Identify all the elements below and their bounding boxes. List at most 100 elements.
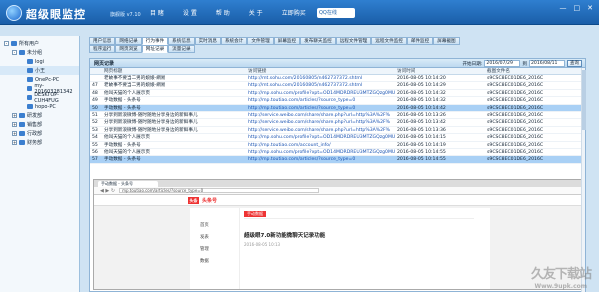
table-row[interactable]: 57 手动数据 - 头条号 http://mp.toutiao.com/articl… <box>90 156 585 164</box>
table-cell: http://mp.sohu.com/profile?xpt=OD14MDRDR… <box>248 90 396 96</box>
tree-node[interactable]: + 研发部 <box>0 111 79 120</box>
tab[interactable]: 实时消息 <box>194 37 221 45</box>
group-icon <box>19 113 25 118</box>
preview-site-name: 头条号 <box>202 198 218 204</box>
tree-toggle-icon[interactable]: + <box>12 113 17 118</box>
table-cell: 2016-08-05 10:14:15 <box>397 135 446 141</box>
menu-item[interactable]: 帮 助 <box>216 8 230 17</box>
app-logo-icon <box>6 5 22 21</box>
table-row[interactable]: 老故事不要当二男的娘娘-網易 http://mt.sohu.com/2016080… <box>90 75 585 83</box>
table-cell: http://mp.toutiao.com/account_info/ <box>248 142 331 148</box>
app-window: 超级眼监控 旗舰版 v7.10 目 睹 设 置 帮 助 关 于 立即购买 QQ在线 — … <box>0 0 599 292</box>
end-date-input[interactable]: 2016/08/11 <box>529 60 565 67</box>
menu-item[interactable]: 立即购买 <box>282 8 306 17</box>
table-cell: s9CSC8EC01DE6_2016C <box>487 120 544 126</box>
table-cell: s9CSC8EC01DE6_2016C <box>487 157 544 163</box>
tree-toggle-icon[interactable]: - <box>4 41 9 46</box>
table-row[interactable]: 50 手动数据 - 头条号 http://mp.toutiao.com/articl… <box>90 104 585 112</box>
tab[interactable]: 文件管理 <box>247 37 274 45</box>
table-cell: http://mp.toutiao.com/articles/?source_t… <box>248 157 356 163</box>
column-header[interactable]: 访问链接 <box>246 68 395 74</box>
tab[interactable]: 屏幕截图 <box>433 37 460 45</box>
tree-toggle-icon[interactable]: - <box>12 50 17 55</box>
tab[interactable]: 远程文件管理 <box>335 37 372 45</box>
tree-node-label: 未分组 <box>27 50 43 56</box>
window-controls: — □ ✕ <box>560 4 594 12</box>
tab[interactable]: 行为事件 <box>141 37 169 45</box>
app-version: 旗舰版 v7.10 <box>110 12 141 18</box>
qq-online-button[interactable]: QQ在线 <box>317 8 355 18</box>
scrollbar-thumb[interactable] <box>582 70 586 130</box>
tab[interactable]: 屏幕监控 <box>273 37 301 45</box>
query-button[interactable]: 查询 <box>567 60 582 67</box>
table-cell: 2016-08-05 10:13:26 <box>397 112 446 118</box>
tree-node[interactable]: - 所有用户 <box>0 39 79 48</box>
table-row[interactable]: 53 分享到新浪微博-随时随地分享身边的新鲜事儿 http://service.we… <box>90 127 585 135</box>
table-row[interactable]: 52 分享到新浪微博-随时随地分享身边的新鲜事儿 http://service.we… <box>90 119 585 127</box>
maximize-icon[interactable]: □ <box>574 4 581 12</box>
preview-content: 手动数据 超级眼7.0新功能微聊天记录功能 2016-08-05 10:13 <box>244 211 484 247</box>
tree-node[interactable]: + 行政部 <box>0 129 79 138</box>
table-cell: 分享到新浪微博-随时随地分享身边的新鲜事儿 <box>104 112 198 118</box>
tab[interactable]: 流量记录 <box>168 45 195 53</box>
table-cell: 50 <box>92 105 98 111</box>
tab[interactable]: 远程文件监控 <box>371 37 407 45</box>
table-row[interactable]: 56 他叫天猫的个人展示页 http://mp.sohu.com/profile?x… <box>90 149 585 157</box>
menu-item[interactable]: 关 于 <box>249 8 263 17</box>
table-scrollbar[interactable] <box>581 68 586 292</box>
close-icon[interactable]: ✕ <box>587 4 593 12</box>
tree-toggle-icon[interactable]: + <box>12 131 17 136</box>
tree-node-label: 销售部 <box>27 122 43 128</box>
tab[interactable]: 网络记录 <box>115 37 142 45</box>
tab[interactable]: 发布聊天监控 <box>300 37 336 45</box>
preview-page-body: 首页 发表 管理 数据 手动数据 超级眼7.0新功能微聊天记录功能 2016-08-0… <box>190 208 490 289</box>
tree-node-label: 小王 <box>35 68 46 74</box>
minimize-icon[interactable]: — <box>560 4 567 12</box>
tree-node[interactable]: logi <box>0 57 79 66</box>
tab[interactable]: 程序运行 <box>89 45 116 53</box>
preview-divider <box>244 218 474 219</box>
table-row[interactable]: 55 手动数据 - 头条号 http://mp.toutiao.com/accoun… <box>90 142 585 149</box>
table-cell: 2016-08-05 10:14:55 <box>397 157 446 163</box>
app-title: 超级眼监控 <box>26 8 86 21</box>
table-row[interactable]: 51 分享到新浪微博-随时随地分享身边的新鲜事儿 http://service.we… <box>90 112 585 120</box>
table-cell: s9CSC8EC01DE6_2016C <box>487 83 544 89</box>
tab[interactable]: 系统会计 <box>220 37 248 45</box>
screenshot-preview: 手动数据 - 头条号 ◀ ▶ ↻ mp.toutiao.com/articles… <box>93 179 582 290</box>
tab[interactable]: 用户信息 <box>89 37 116 45</box>
tree-node[interactable]: + 财务部 <box>0 138 79 147</box>
table-row[interactable]: 54 他叫天猫的个人展示页 http://mp.sohu.com/profile?x… <box>90 134 585 142</box>
table-cell: 分享到新浪微博-随时随地分享身边的新鲜事儿 <box>104 120 198 126</box>
column-header[interactable]: 访问时间 <box>395 68 485 74</box>
table-cell: http://mp.sohu.com/profile?xpt=OD14MDRDR… <box>248 149 396 155</box>
table-cell: 手动数据 - 头条号 <box>104 98 141 104</box>
tab[interactable]: 网页浏览 <box>115 45 142 53</box>
table-row[interactable]: 47 老故事不要当二男的娘娘-網易 http://mt.sohu.com/20160… <box>90 82 585 90</box>
table-cell: 53 <box>92 127 98 133</box>
tree-node-label: 研发部 <box>27 113 43 119</box>
column-header <box>90 68 102 74</box>
date-filter: 开始日期: 2016/07/29 到 2016/08/11 查询 <box>462 60 582 67</box>
tree-node[interactable]: 小王 <box>0 66 79 75</box>
tree-node[interactable]: DESKTOP-CUH4FUG <box>0 92 79 104</box>
menu-item[interactable]: 目 睹 <box>150 8 164 17</box>
table-cell: 56 <box>92 149 98 155</box>
tree-toggle-icon[interactable]: + <box>12 140 17 145</box>
table-row[interactable]: 48 他叫天猫的个人展示页 http://mp.sohu.com/profile?x… <box>90 90 585 98</box>
computer-icon <box>26 95 33 100</box>
watermark-sub: Www.9upk.com <box>534 283 587 290</box>
table-cell: s9CSC8EC01DE6_2016C <box>487 98 544 104</box>
tree-node[interactable]: - 未分组 <box>0 48 79 57</box>
tab[interactable]: 网址记录 <box>141 45 169 53</box>
table-row[interactable]: 49 手动数据 - 头条号 http://mp.toutiao.com/articl… <box>90 97 585 105</box>
tab[interactable]: 邮件监控 <box>406 37 434 45</box>
column-header[interactable]: 截图文件名 <box>485 68 585 74</box>
tab[interactable]: 系统信息 <box>168 37 195 45</box>
computer-icon <box>27 104 33 109</box>
tree-toggle-icon[interactable]: + <box>12 122 17 127</box>
user-tree: - 所有用户 - 未分组 logi 小王 OnePc-PC my-201603281342 DE… <box>0 36 80 292</box>
start-date-input[interactable]: 2016/07/29 <box>484 60 521 67</box>
column-header[interactable]: 网页标题 <box>102 68 246 74</box>
tree-node[interactable]: + 销售部 <box>0 120 79 129</box>
menu-item[interactable]: 设 置 <box>183 8 197 17</box>
